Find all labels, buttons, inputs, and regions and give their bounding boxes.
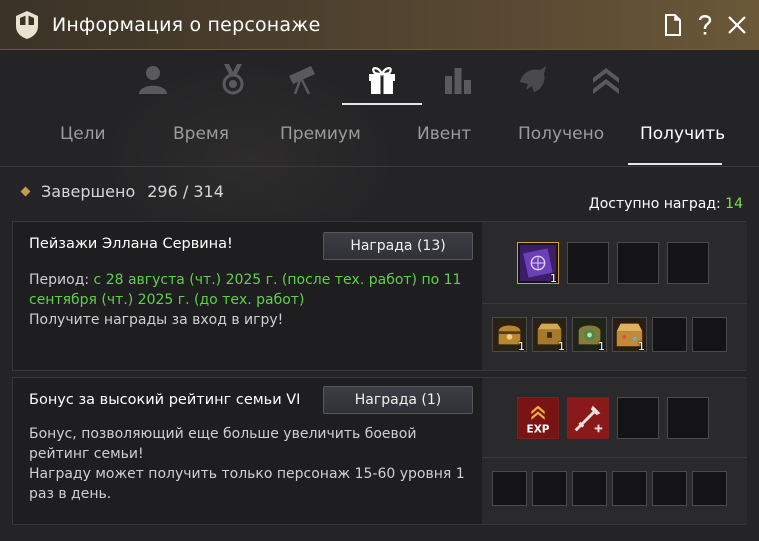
tab-stats[interactable] [418, 51, 498, 107]
tab-time[interactable]: Время [173, 124, 229, 144]
category-tabs: Цели Время Премиум Ивент Получено Получи… [0, 110, 759, 166]
event-card: Пейзажи Эллана Сервина! Награда (13) Пер… [12, 221, 747, 371]
reward-slot[interactable]: 1 [517, 242, 559, 285]
dragon-icon [520, 66, 546, 92]
reward-slot-row: 1 1 1 1 [482, 304, 747, 370]
reward-slot[interactable] [567, 397, 609, 439]
available-count: 14 [725, 196, 743, 212]
reward-slots: 1 1 1 1 1 [482, 222, 747, 370]
medal-icon [222, 64, 244, 95]
period-value: с 28 августа (чт.) 2025 г. (после тех. р… [29, 272, 462, 308]
slot-count: 1 [638, 340, 645, 353]
event-info: Бонус за высокий рейтинг семьи VI Наград… [13, 378, 481, 524]
document-icon[interactable] [659, 10, 687, 40]
reward-slots: EXP [482, 378, 747, 524]
event-text: Получите награды за вход в игру! [29, 312, 284, 328]
reward-slot-empty[interactable] [492, 471, 527, 506]
bar-chart-icon [445, 68, 471, 94]
tab-dragon[interactable] [493, 51, 573, 107]
tab-rank[interactable] [566, 51, 646, 107]
reward-slot-empty[interactable] [532, 471, 567, 506]
tab-gift[interactable] [342, 51, 422, 107]
slot-count: 1 [598, 340, 605, 353]
completed-value: 296 / 314 [147, 182, 224, 201]
tab-profile[interactable] [113, 51, 193, 107]
reward-slot-row: 1 [482, 222, 747, 304]
rank-chevron-icon [593, 68, 619, 94]
reward-slot-empty[interactable] [667, 397, 709, 439]
window-title: Информация о персонаже [52, 13, 321, 36]
reward-slot[interactable]: 1 [492, 317, 527, 353]
weapon-boost-icon [568, 398, 608, 438]
icon-tab-bar [0, 51, 759, 107]
available-label: Доступно наград: [588, 196, 721, 212]
tab-event[interactable]: Ивент [417, 124, 471, 144]
event-card: Бонус за высокий рейтинг семьи VI Наград… [12, 377, 747, 525]
helmet-logo-icon [16, 10, 38, 39]
slot-count: 1 [550, 272, 557, 285]
event-description: Бонус, позволяющий еще больше увеличить … [29, 424, 469, 504]
reward-slot-row [482, 458, 747, 526]
telescope-icon [289, 66, 315, 95]
reward-button[interactable]: Награда (1) [323, 386, 473, 414]
tabs-divider [0, 166, 759, 167]
tab-premium[interactable]: Премиум [280, 124, 361, 144]
event-info: Пейзажи Эллана Сервина! Награда (13) Пер… [13, 222, 481, 370]
reward-slot-empty[interactable] [692, 317, 727, 352]
completion-summary: Завершено 296 / 314 [20, 182, 224, 201]
profile-icon [139, 66, 167, 94]
reward-slot[interactable]: EXP [517, 397, 559, 439]
tab-medal[interactable] [193, 51, 273, 107]
slot-count: 1 [558, 340, 565, 353]
available-rewards: Доступно наград: 14 [589, 196, 743, 212]
exp-label: EXP [527, 423, 550, 435]
event-title: Пейзажи Эллана Сервина! [29, 236, 233, 252]
reward-slot[interactable]: 1 [572, 317, 607, 353]
event-title: Бонус за высокий рейтинг семьи VI [29, 392, 301, 408]
gift-icon [369, 67, 395, 94]
event-text: Бонус, позволяющий еще больше увеличить … [29, 426, 417, 462]
reward-slot-empty[interactable] [667, 242, 709, 284]
event-restriction-text: Награду может получить только персонаж 1… [29, 466, 465, 502]
reward-slot[interactable]: 1 [532, 317, 567, 353]
tab-received[interactable]: Получено [518, 124, 604, 144]
diamond-bullet-icon [20, 186, 31, 197]
tab-telescope[interactable] [262, 51, 342, 107]
reward-slot-empty[interactable] [572, 471, 607, 506]
completed-label: Завершено [41, 182, 136, 201]
reward-slot-empty[interactable] [652, 471, 687, 506]
exp-boost-icon: EXP [518, 398, 558, 438]
active-tab-underline [628, 163, 722, 165]
close-icon[interactable] [723, 10, 751, 40]
reward-slot-empty[interactable] [692, 471, 727, 506]
reward-slot-empty[interactable] [617, 242, 659, 284]
period-label: Период: [29, 272, 94, 288]
reward-button[interactable]: Награда (13) [323, 232, 473, 260]
tab-claim[interactable]: Получить [640, 124, 725, 144]
event-description: Период: с 28 августа (чт.) 2025 г. (посл… [29, 270, 479, 330]
reward-slot-row: EXP [482, 378, 747, 458]
reward-slot-empty[interactable] [652, 317, 687, 352]
reward-slot-empty[interactable] [567, 242, 609, 284]
reward-slot-empty[interactable] [617, 397, 659, 439]
slot-count: 1 [518, 340, 525, 353]
reward-slot-empty[interactable] [612, 471, 647, 506]
reward-slot[interactable]: 1 [612, 317, 647, 353]
title-bar[interactable]: Информация о персонаже [0, 0, 759, 50]
help-icon[interactable] [691, 10, 719, 40]
tab-goals[interactable]: Цели [60, 124, 106, 144]
character-info-window: Информация о персонаже Цели Время Премиу… [0, 0, 759, 541]
